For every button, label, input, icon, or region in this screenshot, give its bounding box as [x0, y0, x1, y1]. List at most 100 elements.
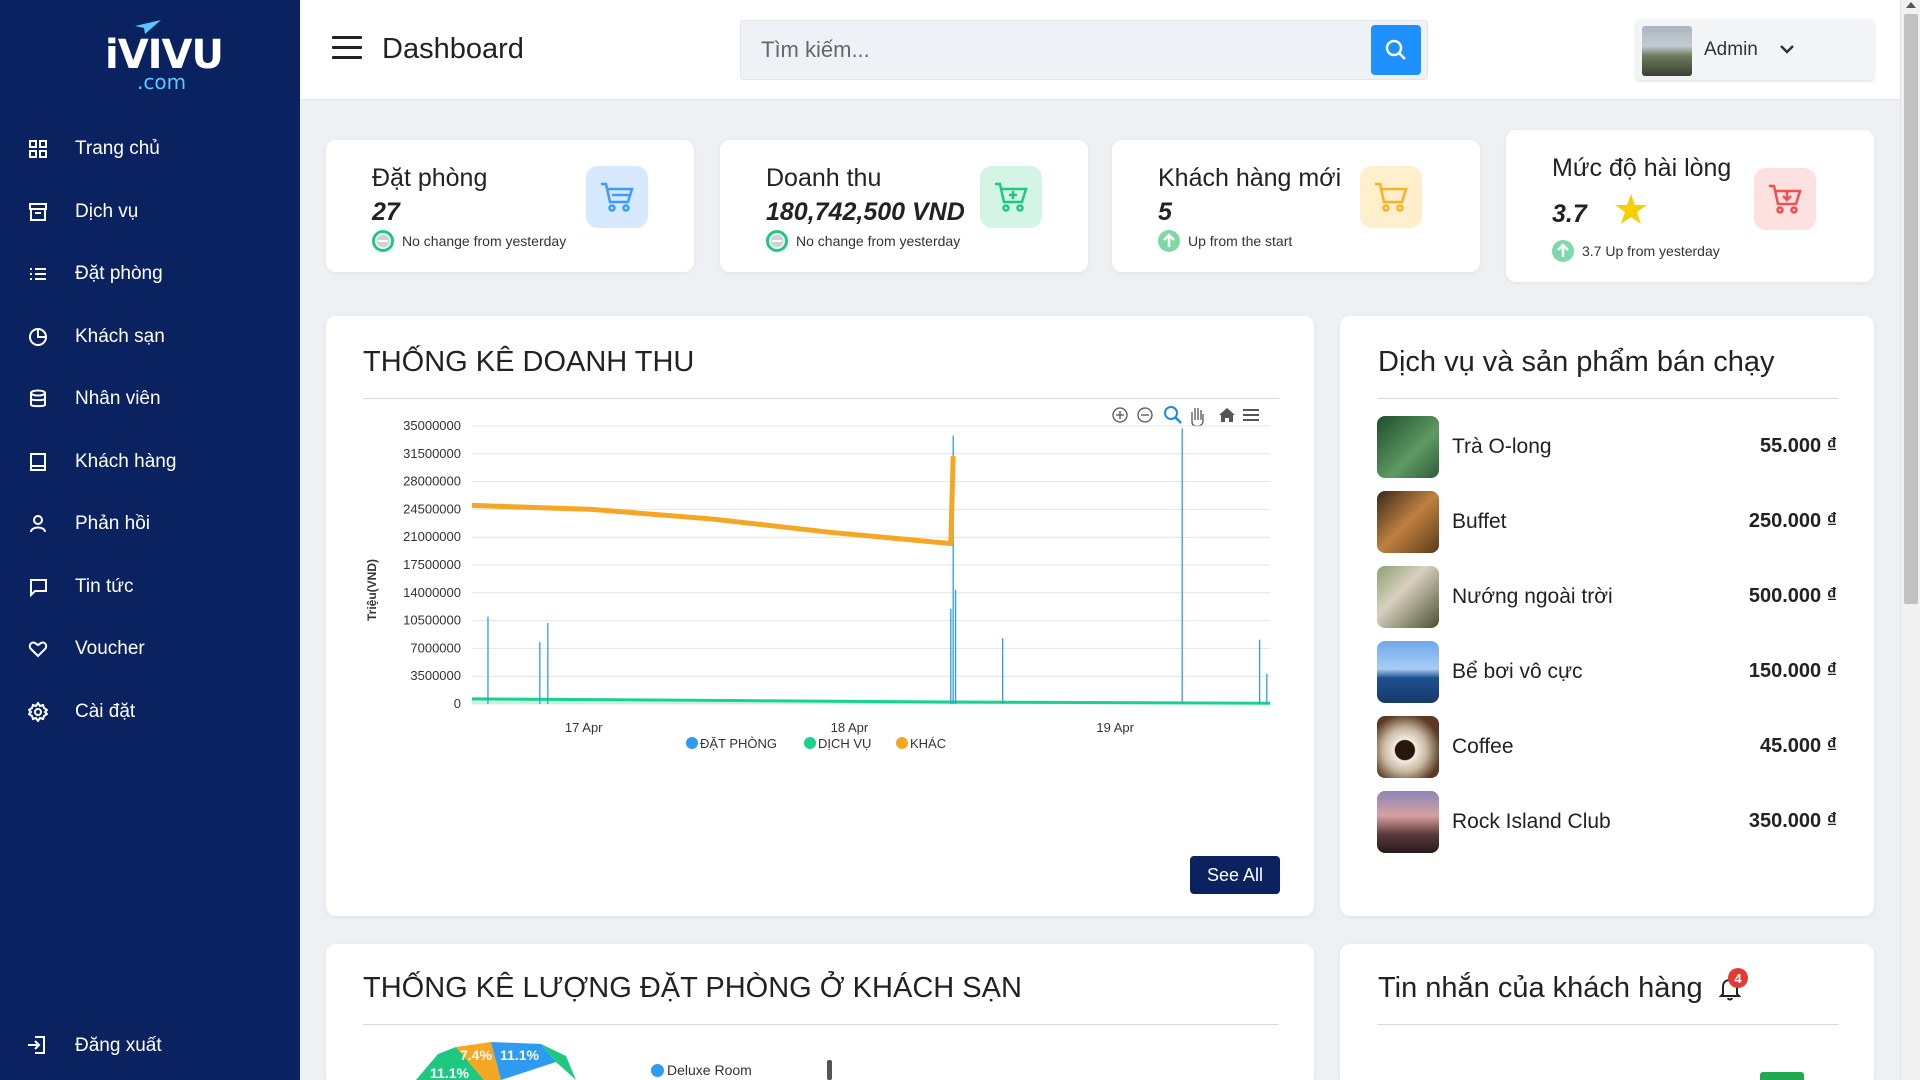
sidebar-item-voucher[interactable]: Voucher [0, 618, 300, 681]
stat-card-revenue: Doanh thu 180,742,500 VND No change from… [720, 140, 1088, 272]
search-input[interactable] [741, 21, 1361, 79]
stat-note: 3.7 Up from yesterday [1552, 240, 1720, 262]
product-price: 55.000 ₫ [1760, 435, 1837, 457]
pie-legend-item[interactable]: Deluxe Room [651, 1062, 752, 1078]
sidebar-item-label: Trang chủ [75, 138, 160, 160]
product-price: 350.000 ₫ [1748, 810, 1837, 832]
sidebar-item-label: Đặt phòng [75, 263, 163, 285]
search-icon [1385, 39, 1406, 60]
menu-toggle-icon[interactable] [332, 36, 362, 60]
sidebar-item-khach-san[interactable]: Khách sạn [0, 306, 300, 369]
sidebar-item-khach-hang[interactable]: Khách hàng [0, 431, 300, 494]
stat-icon-box [586, 166, 648, 228]
pie-label: 11.1% [430, 1065, 469, 1080]
user-menu[interactable]: Admin [1636, 20, 1874, 80]
user-name: Admin [1704, 39, 1758, 60]
list-item[interactable]: Nướng ngoài trời 500.000 ₫ [1377, 559, 1837, 634]
scrollbar-thumb[interactable] [1904, 14, 1918, 604]
cart-down-icon [1769, 184, 1802, 214]
logout-icon [26, 1034, 50, 1058]
zoom-out-icon[interactable] [1137, 407, 1153, 423]
chart-menu-icon[interactable] [1243, 409, 1259, 421]
y-tick-label: 31500000 [403, 446, 461, 461]
page-scrollbar[interactable] [1900, 0, 1920, 1080]
selection-zoom-icon[interactable] [1164, 406, 1182, 424]
sidebar-item-cai-dat[interactable]: Cài đặt [0, 681, 300, 744]
cart-icon [1375, 182, 1408, 212]
product-name: Rock Island Club [1452, 809, 1611, 833]
revenue-chart: 3500000031500000280000002450000021000000… [365, 406, 1271, 751]
pie-chart-icon [26, 325, 50, 349]
room-pie-chart: 7.4% 11.1% 11.1% [416, 1042, 576, 1080]
sidebar-item-nhan-vien[interactable]: Nhân viên [0, 368, 300, 431]
product-image [1377, 640, 1439, 703]
x-axis-ticks: 17 Apr 18 Apr 19 Apr [565, 720, 1135, 735]
list-item[interactable]: Rock Island Club 350.000 ₫ [1377, 784, 1837, 859]
legend-label: DỊCH VỤ [818, 736, 871, 751]
stat-icon-box [1360, 166, 1422, 228]
pan-hand-icon[interactable] [1191, 408, 1204, 427]
cart-plus-icon [995, 182, 1028, 212]
product-name: Coffee [1452, 734, 1514, 758]
sidebar-item-label: Dịch vụ [75, 200, 139, 222]
chart-series [471, 428, 1271, 705]
stat-note: No change from yesterday [372, 230, 566, 252]
product-name: Bể bơi vô cực [1452, 659, 1583, 683]
product-image [1377, 715, 1439, 778]
gear-icon [26, 700, 50, 724]
legend-label: Deluxe Room [667, 1062, 752, 1078]
logout-label: Đăng xuất [75, 1035, 162, 1056]
divider [363, 1024, 1279, 1025]
sidebar-item-dat-phong[interactable]: Đặt phòng [0, 243, 300, 306]
stat-value: 180,742,500 VND [766, 198, 965, 226]
chart-toolbar [1112, 406, 1259, 427]
sidebar-item-label: Phản hồi [75, 513, 151, 535]
best-sellers-card: Dịch vụ và sản phẩm bán chạy Trà O-long … [1340, 316, 1874, 916]
product-name: Nướng ngoài trời [1452, 584, 1613, 608]
search-button[interactable] [1371, 25, 1421, 75]
list-item[interactable]: Trà O-long 55.000 ₫ [1377, 409, 1837, 484]
stat-note-text: No change from yesterday [402, 233, 567, 249]
y-axis-ticks: 3500000031500000280000002450000021000000… [403, 418, 461, 711]
product-price: 500.000 ₫ [1748, 585, 1837, 607]
logout-button[interactable]: Đăng xuất [0, 1016, 300, 1076]
stat-value: 3.7 [1552, 200, 1587, 228]
list-item[interactable]: Buffet 250.000 ₫ [1377, 484, 1837, 559]
message-status-chip [1760, 1072, 1804, 1080]
sidebar-item-label: Nhân viên [75, 388, 161, 410]
ivivu-logo[interactable]: iVIVU .com [95, 18, 224, 94]
stat-card-bookings: Đặt phòng 27 No change from yesterday [326, 140, 694, 272]
y-tick-label: 7000000 [410, 640, 461, 655]
see-all-button[interactable]: See All [1190, 856, 1280, 894]
sidebar-item-trang-chu[interactable]: Trang chủ [0, 118, 300, 181]
divider [1378, 1024, 1838, 1025]
stat-value: 27 [372, 198, 400, 226]
product-price: 150.000 ₫ [1748, 660, 1837, 682]
notification-badge: 4 [1728, 968, 1748, 988]
product-image [1377, 790, 1439, 853]
legend-scroll-handle[interactable] [827, 1060, 832, 1080]
stat-title: Khách hàng mới [1158, 164, 1342, 192]
zoom-in-icon[interactable] [1112, 407, 1128, 423]
grid-icon [26, 137, 50, 161]
y-tick-label: 35000000 [403, 418, 461, 433]
stat-note-text: No change from yesterday [796, 233, 961, 249]
sidebar: iVIVU .com Trang chủ Dịch vụ Đặt phòng K… [0, 0, 300, 1080]
sidebar-item-tin-tuc[interactable]: Tin tức [0, 556, 300, 619]
x-tick-label: 17 Apr [565, 720, 603, 735]
stat-note: No change from yesterday [766, 230, 960, 252]
scroll-up-arrow-icon[interactable] [1906, 2, 1916, 8]
legend-marker [896, 737, 908, 749]
best-sellers-title: Dịch vụ và sản phẩm bán chạy [1378, 346, 1775, 378]
sidebar-item-phan-hoi[interactable]: Phản hồi [0, 493, 300, 556]
y-tick-label: 10500000 [403, 613, 461, 628]
series-line-khac [471, 456, 956, 547]
notification-bell[interactable]: 4 [1718, 968, 1748, 1002]
y-axis-label: Triệu(VND) [365, 559, 379, 621]
chevron-down-icon [1780, 45, 1794, 54]
list-item[interactable]: Coffee 45.000 ₫ [1377, 709, 1837, 784]
sidebar-item-dich-vu[interactable]: Dịch vụ [0, 181, 300, 244]
list-item[interactable]: Bể bơi vô cực 150.000 ₫ [1377, 634, 1837, 709]
product-image [1377, 565, 1439, 628]
reset-home-icon[interactable] [1219, 408, 1235, 422]
